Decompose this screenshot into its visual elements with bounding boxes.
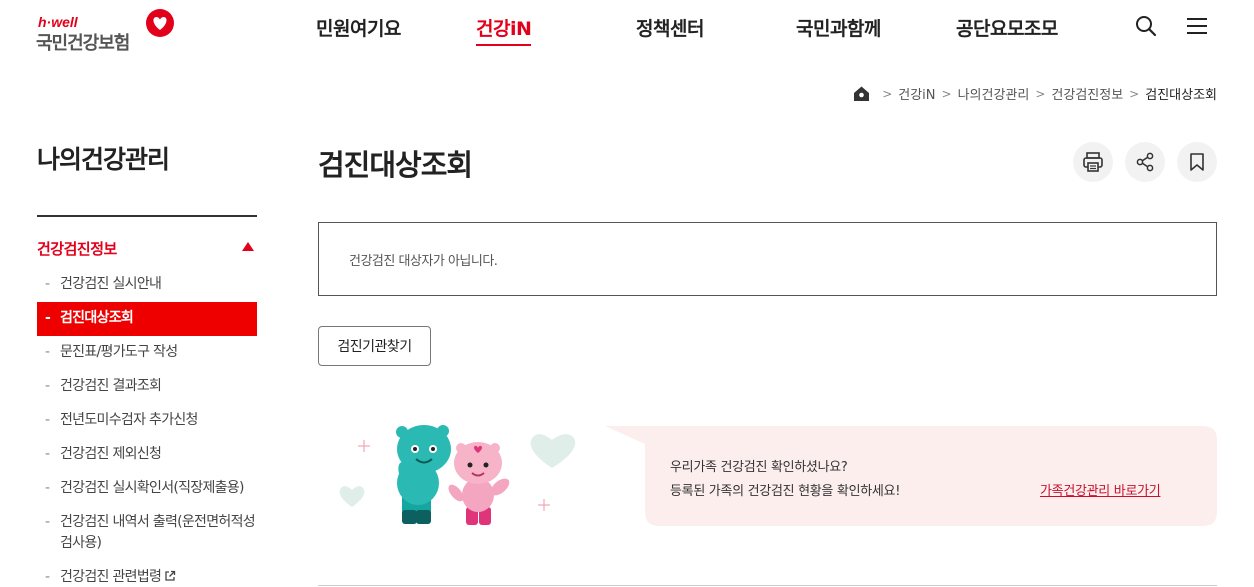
notice-box: 건강검진 대상자가 아닙니다.	[318, 222, 1217, 296]
sidebar-item-certificate[interactable]: 건강검진 실시확인서(직장제출용)	[37, 472, 257, 506]
site-logo[interactable]: h·well 국민건강보험	[36, 8, 186, 54]
sparkle-decoration-icon	[358, 440, 550, 511]
sidebar-item-target-lookup[interactable]: 검진대상조회	[37, 302, 257, 336]
chevron-right-icon: >	[1129, 86, 1140, 101]
logo-tagline: h·well	[38, 14, 78, 30]
sidebar-item-laws[interactable]: 건강검진 관련법령	[37, 561, 257, 587]
sidebar-item-statement[interactable]: 건강검진 내역서 출력(운전면허적성검사용)	[37, 506, 257, 561]
chevron-right-icon: >	[941, 86, 952, 101]
gnb-item-health-in[interactable]: 건강iN	[476, 14, 532, 46]
external-link-icon	[165, 570, 176, 581]
gnb-item-about[interactable]: 공단요모조모	[956, 14, 1058, 41]
sidebar-item-questionnaire[interactable]: 문진표/평가도구 작성	[37, 336, 257, 370]
heart-logo-icon	[146, 9, 174, 37]
sidebar-menu: 건강검진 실시안내 검진대상조회 문진표/평가도구 작성 건강검진 결과조회 전…	[37, 268, 257, 587]
bookmark-button[interactable]	[1177, 142, 1217, 182]
breadcrumb: > 건강iN > 나의건강관리 > 건강검진정보 > 검진대상조회	[853, 84, 1217, 103]
breadcrumb-item[interactable]: 나의건강관리	[958, 84, 1030, 103]
logo-text: 국민건강보험	[36, 33, 130, 54]
sidebar-item-results[interactable]: 건강검진 결과조회	[37, 370, 257, 404]
gnb-item-policy[interactable]: 정책센터	[636, 14, 704, 41]
find-clinic-button[interactable]: 검진기관찾기	[318, 326, 431, 366]
page-title: 검진대상조회	[318, 148, 473, 182]
print-icon	[1083, 152, 1103, 172]
search-icon[interactable]	[1134, 14, 1158, 38]
share-button[interactable]	[1125, 142, 1165, 182]
sidebar-title: 나의건강관리	[37, 145, 170, 174]
gnb-item-together[interactable]: 국민과함께	[796, 14, 881, 41]
sidebar-item-guide[interactable]: 건강검진 실시안내	[37, 268, 257, 302]
sidebar-category-label: 건강검진정보	[37, 240, 117, 258]
bookmark-icon	[1190, 153, 1204, 171]
chevron-right-icon: >	[882, 86, 893, 101]
content-divider	[318, 585, 1217, 586]
banner-text-line1: 우리가족 건강검진 확인하셨나요?	[670, 460, 848, 475]
home-icon[interactable]	[853, 85, 870, 102]
family-health-link[interactable]: 가족건강관리 바로가기	[1040, 480, 1161, 499]
menu-icon[interactable]	[1185, 14, 1209, 38]
sidebar-item-laws-label: 건강검진 관련법령	[60, 569, 162, 585]
chevron-right-icon: >	[1035, 86, 1046, 101]
print-button[interactable]	[1073, 142, 1113, 182]
banner-text-line2: 등록된 가족의 건강검진 현황을 확인하세요!	[670, 484, 901, 499]
family-banner-bubble	[605, 426, 1217, 526]
sidebar-item-additional-request[interactable]: 전년도미수검자 추가신청	[37, 404, 257, 438]
sidebar-item-exclusion[interactable]: 건강검진 제외신청	[37, 438, 257, 472]
caret-up-icon	[242, 242, 254, 251]
notice-text: 건강검진 대상자가 아닙니다.	[349, 254, 498, 269]
teal-mascot	[396, 425, 451, 524]
gnb-item-civil[interactable]: 민원여기요	[316, 14, 401, 41]
sidebar-divider	[37, 215, 257, 217]
pink-mascot	[448, 442, 510, 525]
breadcrumb-item[interactable]: 건강iN	[898, 84, 935, 103]
breadcrumb-item[interactable]: 건강검진정보	[1051, 84, 1123, 103]
sidebar-category-toggle[interactable]: 건강검진정보	[37, 238, 257, 260]
mascot-illustration	[339, 425, 576, 525]
share-icon	[1136, 152, 1154, 172]
breadcrumb-current: 검진대상조회	[1145, 88, 1217, 103]
